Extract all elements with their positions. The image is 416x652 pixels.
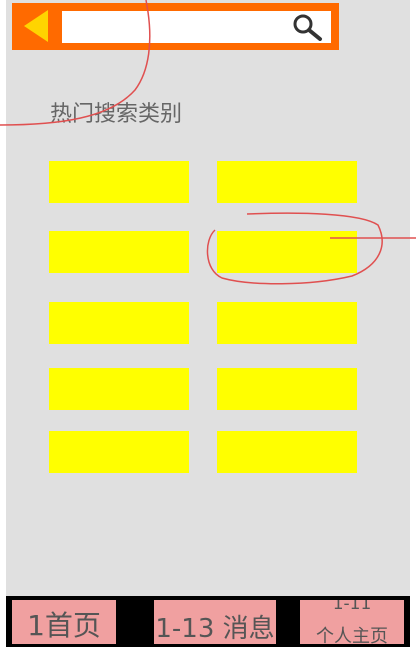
tab-messages-label: 1-13 消息 <box>155 614 275 644</box>
category-item-7[interactable] <box>49 368 189 410</box>
search-input[interactable] <box>62 11 282 43</box>
category-item-10[interactable] <box>217 431 357 473</box>
category-item-3[interactable] <box>49 231 189 273</box>
tab-home[interactable]: 1首页 <box>12 600 116 644</box>
app-screen <box>6 0 410 596</box>
category-item-5[interactable] <box>49 302 189 344</box>
search-icon[interactable] <box>291 13 323 41</box>
section-title: 热门搜索类别 <box>50 102 183 127</box>
back-arrow-icon <box>24 10 48 42</box>
category-item-9[interactable] <box>49 431 189 473</box>
category-item-2[interactable] <box>217 161 357 203</box>
category-item-8[interactable] <box>217 368 357 410</box>
tab-home-label: 1首页 <box>27 609 101 642</box>
back-button[interactable] <box>12 3 60 50</box>
category-item-4[interactable] <box>217 231 357 273</box>
bottom-tab-bar: 1首页 1-13 消息 1-11 个人主页 <box>6 596 410 647</box>
category-item-6[interactable] <box>217 302 357 344</box>
tab-messages[interactable]: 1-13 消息 <box>154 600 276 644</box>
search-field <box>62 11 331 43</box>
category-item-1[interactable] <box>49 161 189 203</box>
search-header <box>12 3 339 50</box>
tab-profile-label: 个人主页 <box>316 626 388 644</box>
tab-profile-id: 1-11 <box>332 600 372 614</box>
tab-profile[interactable]: 1-11 个人主页 <box>300 600 404 644</box>
